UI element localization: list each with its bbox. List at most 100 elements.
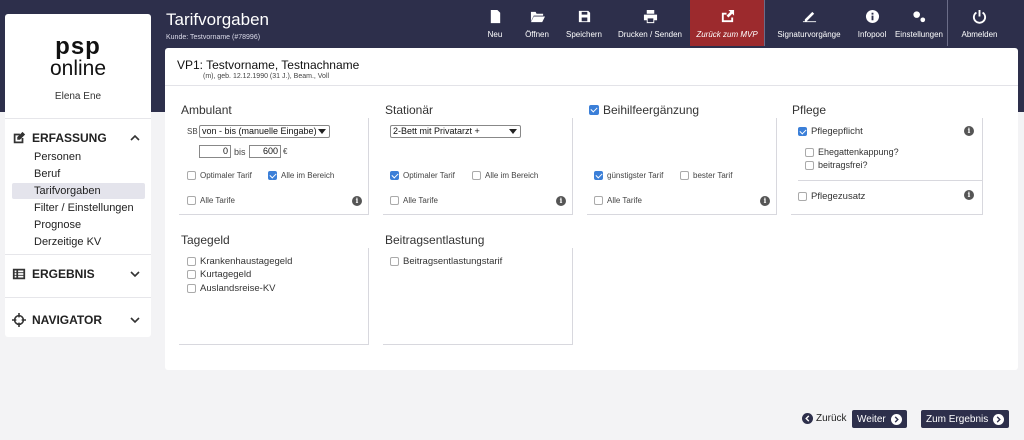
sb-to-input[interactable]: 600 [249,145,281,158]
ehegattenkappung-checkbox[interactable]: Ehegattenkappung? [805,147,899,157]
chevron-down-icon [130,271,140,278]
info-icon[interactable]: i [556,196,566,206]
checkbox-checked[interactable] [594,171,603,180]
folder-open-icon [530,11,545,23]
beitrag-title: Beitragsentlastung [385,233,485,247]
info-icon[interactable]: i [352,196,362,206]
divider [798,180,982,181]
save-button[interactable]: Speichern [558,0,610,46]
info-icon[interactable]: i [760,196,770,206]
checkbox[interactable] [680,171,689,180]
checkbox[interactable] [594,196,603,205]
stationaer-alle-bereich-checkbox[interactable]: Alle im Bereich [472,171,538,180]
next-button[interactable]: Weiter [852,410,907,428]
beihilfe-alle-tarife-checkbox[interactable]: Alle Tarife [594,196,642,205]
signature-button[interactable]: Signaturvorgänge [765,0,853,46]
sidebar-item-personen[interactable]: Personen [12,149,145,165]
share-icon [721,9,734,23]
ambulant-optimaler-checkbox[interactable]: Optimaler Tarif [187,171,252,180]
logout-label: Abmelden [961,30,998,39]
checkbox-checked[interactable] [798,127,807,136]
nav-section-navigator[interactable]: NAVIGATOR [12,313,144,327]
logo: psp online [5,35,151,79]
logout-button[interactable]: Abmelden [948,0,1011,46]
sidebar-item-derzeitige-kv[interactable]: Derzeitige KV [12,234,145,250]
pflegezusatz-checkbox[interactable]: Pflegezusatz [798,191,865,202]
sidebar-item-beruf[interactable]: Beruf [12,166,145,182]
checkbox[interactable] [187,171,196,180]
toolbar: Neu Öffnen Speichern Drucken / Senden Zu… [474,0,1011,46]
page-title: Tarifvorgaben [166,10,270,29]
back-to-mvp-button[interactable]: Zurück zum MVP [690,0,764,46]
checkbox-label: Alle Tarife [403,196,438,205]
checkbox-label: Krankenhaustagegeld [200,256,293,267]
beitragsfrei-checkbox[interactable]: beitragsfrei? [805,160,868,170]
checkbox-label: beitragsfrei? [818,160,868,170]
beihilfe-bester-checkbox[interactable]: bester Tarif [680,171,732,180]
sidebar-item-tarifvorgaben[interactable]: Tarifvorgaben [12,183,145,199]
checkbox-label: Auslandsreise-KV [200,283,276,294]
checkbox[interactable] [187,284,196,293]
nav-section-label: NAVIGATOR [32,313,103,327]
checkbox-label: Beitragsentlastungstarif [403,256,503,267]
settings-button[interactable]: Einstellungen [891,0,947,46]
beihilfe-guenstigster-checkbox[interactable]: günstigster Tarif [594,171,663,180]
ambulant-alle-bereich-checkbox[interactable]: Alle im Bereich [268,171,334,180]
bis-label: bis [234,147,246,157]
checkbox-label: bester Tarif [693,171,733,180]
nav-section-ergebnis[interactable]: ERGEBNIS [12,267,144,281]
checkbox[interactable] [390,196,399,205]
checkbox[interactable] [805,147,814,157]
sb-from-input[interactable]: 0 [199,145,231,158]
nav-section-label: ERGEBNIS [32,267,95,281]
sidebar-item-filter[interactable]: Filter / Einstellungen [12,200,145,216]
back-link[interactable]: Zurück [802,413,847,424]
kurtagegeld-checkbox[interactable]: Kurtagegeld [187,269,251,280]
checkbox-label: Optimaler Tarif [200,171,252,180]
signature-icon [802,11,816,23]
stationaer-optimaler-checkbox[interactable]: Optimaler Tarif [390,171,455,180]
sb-label: SB [187,127,198,136]
stationaer-select[interactable]: 2-Bett mit Privatarzt + [390,125,521,138]
krankenhaustagegeld-checkbox[interactable]: Krankenhaustagegeld [187,256,292,267]
checkbox-checked[interactable] [268,171,277,180]
next-label: Weiter [857,413,886,425]
print-send-label: Drucken / Senden [617,30,683,39]
checkbox[interactable] [805,160,814,170]
infopool-button[interactable]: Infopool [853,0,891,46]
arrow-left-circle-icon [802,413,813,424]
beitragsentlastungstarif-checkbox[interactable]: Beitragsentlastungstarif [390,256,502,267]
checkbox[interactable] [390,257,399,266]
signature-label: Signaturvorgänge [777,30,841,39]
beihilfe-title-checkbox[interactable]: Beihilfeergänzung [589,103,699,117]
checkbox[interactable] [187,196,196,205]
infopool-label: Infopool [857,30,887,39]
checkbox[interactable] [187,257,196,266]
chevron-down-icon [130,317,140,324]
ambulant-alle-tarife-checkbox[interactable]: Alle Tarife [187,196,235,205]
checkbox[interactable] [187,270,196,279]
sidebar-item-prognose[interactable]: Prognose [12,217,145,233]
printer-icon [643,9,657,24]
nav-section-erfassung[interactable]: ERFASSUNG [12,131,144,145]
info-icon[interactable]: i [964,126,974,136]
info-icon[interactable]: i [964,190,974,200]
auslandsreise-kv-checkbox[interactable]: Auslandsreise-KV [187,283,276,294]
checkbox-checked[interactable] [390,171,399,180]
divider [5,118,151,119]
back-to-mvp-label: Zurück zum MVP [696,30,758,39]
checkbox[interactable] [472,171,481,180]
checkbox-checked[interactable] [589,105,599,115]
checkbox-label: Alle im Bereich [485,171,539,180]
header-title-area: Tarifvorgaben Kunde: Testvorname (#78996… [166,10,269,41]
open-button[interactable]: Öffnen [516,0,558,46]
print-send-button[interactable]: Drucken / Senden [610,0,690,46]
pflegepflicht-checkbox[interactable]: Pflegepflicht [798,126,863,137]
stationaer-alle-tarife-checkbox[interactable]: Alle Tarife [390,196,438,205]
to-result-button[interactable]: Zum Ergebnis [921,410,1010,428]
checkbox[interactable] [798,192,807,201]
sidebar: psp online Elena Ene ERFASSUNG Personen … [5,14,151,337]
sb-select[interactable]: von - bis (manuelle Eingabe) [199,125,330,138]
checkbox-label: Alle Tarife [607,196,642,205]
new-button[interactable]: Neu [474,0,516,46]
